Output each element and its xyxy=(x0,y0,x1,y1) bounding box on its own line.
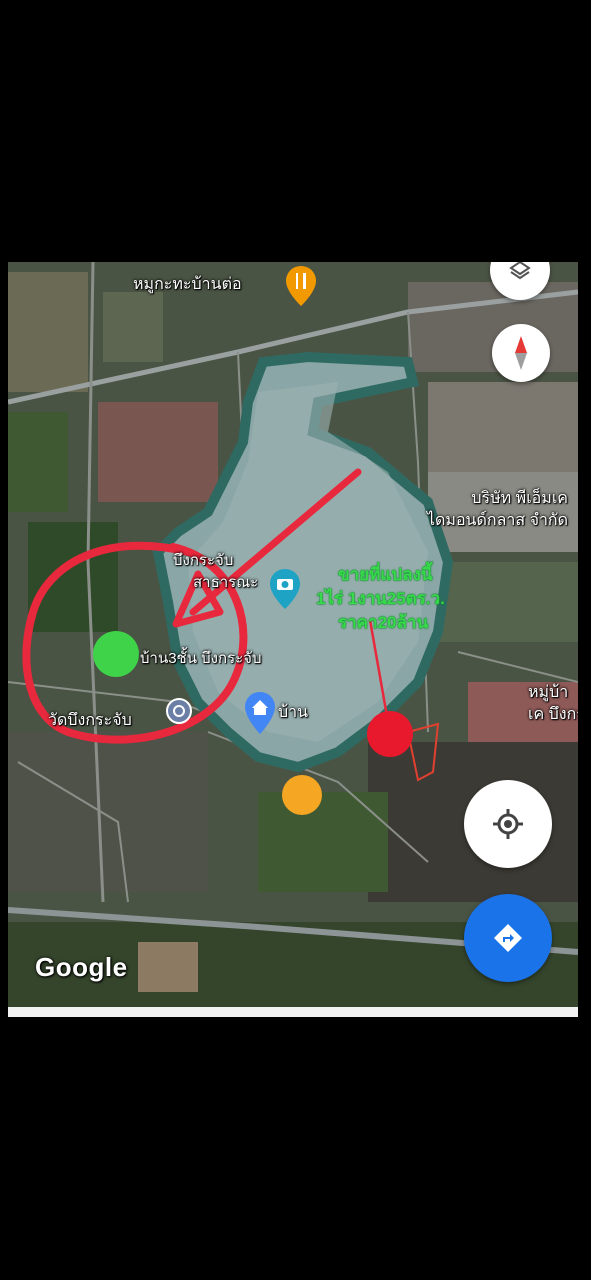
map-view[interactable]: หมูกะทะบ้านต่อ บึงกระจับ สาธารณะ บ้าน วั… xyxy=(8,262,578,1007)
satellite-map[interactable] xyxy=(8,262,578,1007)
restaurant-pin-icon[interactable] xyxy=(286,266,316,311)
red-marker[interactable] xyxy=(367,711,413,757)
bottom-sheet-edge xyxy=(8,1007,578,1017)
compass-icon xyxy=(515,336,527,370)
restaurant-label: หมูกะทะบ้านต่อ xyxy=(133,276,242,293)
compass-button[interactable] xyxy=(492,324,550,382)
sale-note-line3: ราคา20ล้าน xyxy=(338,613,429,632)
temple-label: วัดบึงกระจับ xyxy=(48,712,132,729)
company-label-1: บริษัท พีเอ็มเค xyxy=(471,490,568,507)
home-label: บ้าน xyxy=(278,704,309,721)
my-location-icon xyxy=(493,809,523,839)
sale-note-line2: 1ไร่ 1งาน25ตร.ว. xyxy=(316,589,445,608)
camera-pin-icon[interactable] xyxy=(270,569,300,614)
my-location-button[interactable] xyxy=(464,780,552,868)
park-label-1: บึงกระจับ xyxy=(173,552,234,569)
orange-marker[interactable] xyxy=(282,775,322,815)
google-logo: Google xyxy=(35,952,128,982)
temple-icon[interactable] xyxy=(166,698,192,729)
green-marker[interactable] xyxy=(93,631,139,677)
park-label-2: สาธารณะ xyxy=(193,574,259,591)
village-label-1: หมู่บ้า xyxy=(528,684,569,701)
home-pin-icon[interactable] xyxy=(245,692,275,739)
layers-icon xyxy=(509,262,531,280)
directions-button[interactable] xyxy=(464,894,552,982)
village-label-2: เค บึงกร xyxy=(528,706,578,723)
house3-label: บ้าน3ชั้น บึงกระจับ xyxy=(140,650,262,667)
directions-icon xyxy=(494,924,522,952)
company-label-2: ไดมอนด์กลาส จำกัด xyxy=(426,512,568,529)
sale-note-line1: ขายที่แปลงนี้ xyxy=(338,565,433,584)
